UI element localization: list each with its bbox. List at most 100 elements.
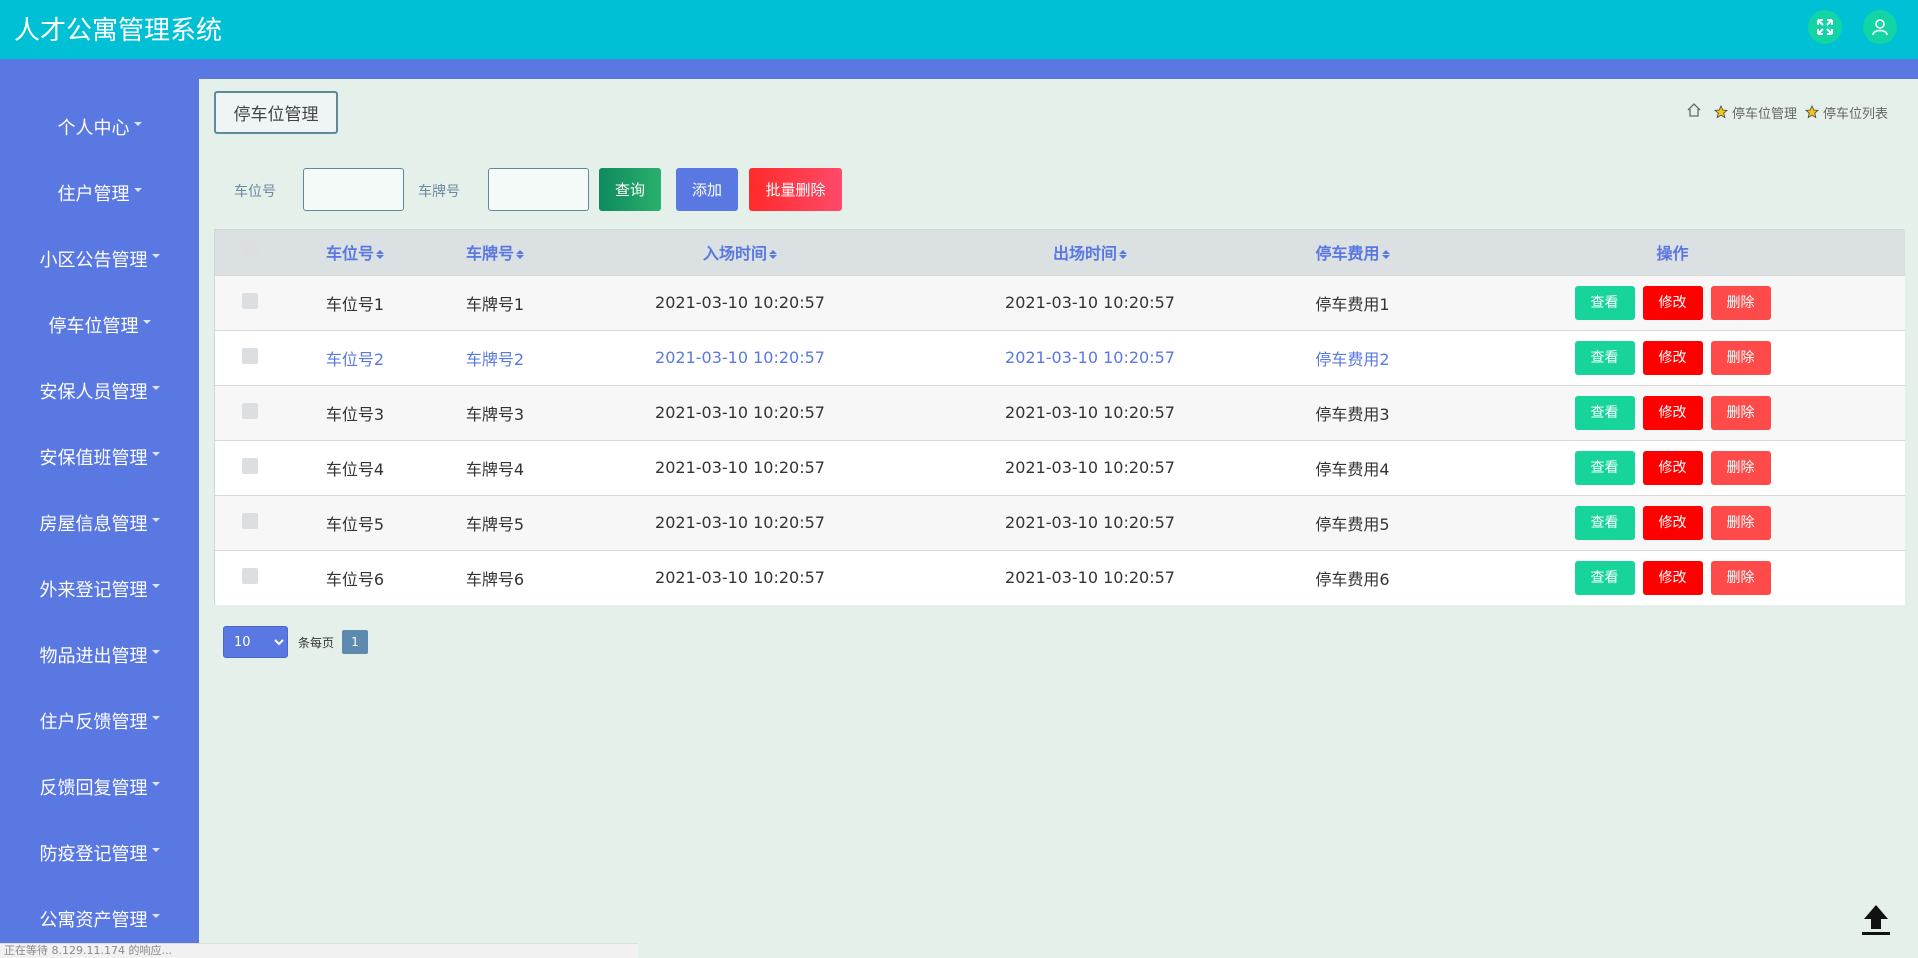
delete-button[interactable]: 删除 — [1711, 561, 1771, 595]
row-checkbox[interactable] — [242, 403, 258, 419]
sort-icon[interactable] — [1119, 250, 1127, 259]
sidebar-item-personal-center[interactable]: 个人中心 — [0, 107, 199, 147]
edit-button[interactable]: 修改 — [1643, 286, 1703, 320]
view-button[interactable]: 查看 — [1575, 286, 1635, 320]
delete-button[interactable]: 删除 — [1711, 506, 1771, 540]
edit-button[interactable]: 修改 — [1643, 396, 1703, 430]
edit-button[interactable]: 修改 — [1643, 506, 1703, 540]
cell-fee: 停车费用3 — [1265, 385, 1440, 440]
delete-button[interactable]: 删除 — [1711, 451, 1771, 485]
sidebar-item-security-staff[interactable]: 安保人员管理 — [0, 371, 199, 411]
breadcrumb: 停车位管理 停车位列表 — [1686, 102, 1888, 122]
sidebar-item-residents[interactable]: 住户管理 — [0, 173, 199, 213]
breadcrumb-item-parking[interactable]: 停车位管理 — [1714, 103, 1797, 122]
back-to-top-icon[interactable] — [1858, 901, 1894, 937]
cell-in-time: 2021-03-10 10:20:57 — [565, 385, 915, 440]
expand-icon[interactable] — [1808, 10, 1842, 44]
cell-actions: 查看修改删除 — [1440, 495, 1905, 550]
cell-actions: 查看修改删除 — [1440, 330, 1905, 385]
sidebar-item-feedback-reply[interactable]: 反馈回复管理 — [0, 767, 199, 807]
parking-number-label: 车位号 — [234, 181, 276, 201]
row-checkbox[interactable] — [242, 458, 258, 474]
breadcrumb-item-parking-list[interactable]: 停车位列表 — [1805, 103, 1888, 122]
cell-out-time: 2021-03-10 10:20:57 — [915, 330, 1265, 385]
column-header-in-time[interactable]: 入场时间 — [565, 230, 915, 275]
query-button[interactable]: 查询 — [599, 168, 661, 211]
app-title: 人才公寓管理系统 — [14, 10, 222, 47]
add-button[interactable]: 添加 — [676, 168, 738, 211]
chevron-down-icon — [152, 848, 160, 852]
sort-icon[interactable] — [376, 250, 384, 259]
cell-fee: 停车费用6 — [1265, 550, 1440, 605]
view-button[interactable]: 查看 — [1575, 341, 1635, 375]
cell-actions: 查看修改删除 — [1440, 440, 1905, 495]
page-size-select[interactable]: 10 — [223, 626, 288, 658]
sidebar-item-announcements[interactable]: 小区公告管理 — [0, 239, 199, 279]
sidebar-item-epidemic-registration[interactable]: 防疫登记管理 — [0, 833, 199, 873]
column-header-actions: 操作 — [1440, 230, 1905, 275]
select-all-cell[interactable] — [215, 230, 285, 275]
cell-in-time: 2021-03-10 10:20:57 — [565, 330, 915, 385]
column-header-out-time[interactable]: 出场时间 — [915, 230, 1265, 275]
table-row: 车位号2 车牌号2 2021-03-10 10:20:57 2021-03-10… — [215, 330, 1905, 385]
page-title: 停车位管理 — [214, 91, 338, 134]
batch-delete-button[interactable]: 批量删除 — [749, 168, 842, 211]
chevron-down-icon — [152, 782, 160, 786]
sidebar-item-resident-feedback[interactable]: 住户反馈管理 — [0, 701, 199, 741]
sidebar-item-housing[interactable]: 房屋信息管理 — [0, 503, 199, 543]
star-icon — [1714, 105, 1728, 119]
edit-button[interactable]: 修改 — [1643, 341, 1703, 375]
edit-button[interactable]: 修改 — [1643, 451, 1703, 485]
cell-plate: 车牌号5 — [425, 495, 565, 550]
cell-plate: 车牌号4 — [425, 440, 565, 495]
cell-plate: 车牌号3 — [425, 385, 565, 440]
cell-fee: 停车费用1 — [1265, 275, 1440, 330]
view-button[interactable]: 查看 — [1575, 451, 1635, 485]
page-number-button[interactable]: 1 — [342, 630, 368, 654]
table-header: 车位号 车牌号 入场时间 出场时间 停车费用 操作 — [215, 230, 1905, 275]
cell-out-time: 2021-03-10 10:20:57 — [915, 550, 1265, 605]
delete-button[interactable]: 删除 — [1711, 341, 1771, 375]
sidebar-item-apartment-assets[interactable]: 公寓资产管理 — [0, 899, 199, 939]
cell-plate: 车牌号6 — [425, 550, 565, 605]
parking-table: 车位号 车牌号 入场时间 出场时间 停车费用 操作 车位号1 车牌号1 2021… — [214, 229, 1904, 605]
column-header-parking[interactable]: 车位号 — [285, 230, 425, 275]
plate-number-input[interactable] — [488, 168, 589, 211]
cell-parking: 车位号1 — [285, 275, 425, 330]
cell-parking: 车位号4 — [285, 440, 425, 495]
cell-parking: 车位号6 — [285, 550, 425, 605]
table-row: 车位号6 车牌号6 2021-03-10 10:20:57 2021-03-10… — [215, 550, 1905, 605]
column-header-fee[interactable]: 停车费用 — [1265, 230, 1440, 275]
cell-parking: 车位号2 — [285, 330, 425, 385]
sort-icon[interactable] — [516, 250, 524, 259]
chevron-down-icon — [152, 716, 160, 720]
plate-number-label: 车牌号 — [418, 181, 460, 201]
home-icon[interactable] — [1686, 102, 1706, 122]
chevron-down-icon — [152, 518, 160, 522]
delete-button[interactable]: 删除 — [1711, 396, 1771, 430]
sidebar-item-goods-in-out[interactable]: 物品进出管理 — [0, 635, 199, 675]
sort-icon[interactable] — [769, 250, 777, 259]
cell-in-time: 2021-03-10 10:20:57 — [565, 550, 915, 605]
star-icon — [1805, 105, 1819, 119]
delete-button[interactable]: 删除 — [1711, 286, 1771, 320]
sort-icon[interactable] — [1382, 250, 1390, 259]
view-button[interactable]: 查看 — [1575, 561, 1635, 595]
user-icon[interactable] — [1863, 10, 1897, 44]
row-checkbox[interactable] — [242, 293, 258, 309]
cell-parking: 车位号3 — [285, 385, 425, 440]
table-row: 车位号3 车牌号3 2021-03-10 10:20:57 2021-03-10… — [215, 385, 1905, 440]
sidebar-item-security-duty[interactable]: 安保值班管理 — [0, 437, 199, 477]
cell-actions: 查看修改删除 — [1440, 550, 1905, 605]
row-checkbox[interactable] — [242, 568, 258, 584]
parking-number-input[interactable] — [303, 168, 404, 211]
sidebar-item-parking[interactable]: 停车位管理 — [0, 305, 199, 345]
view-button[interactable]: 查看 — [1575, 506, 1635, 540]
edit-button[interactable]: 修改 — [1643, 561, 1703, 595]
row-checkbox[interactable] — [242, 348, 258, 364]
column-header-plate[interactable]: 车牌号 — [425, 230, 565, 275]
sidebar-item-visitor-registration[interactable]: 外来登记管理 — [0, 569, 199, 609]
view-button[interactable]: 查看 — [1575, 396, 1635, 430]
select-all-checkbox[interactable] — [242, 242, 258, 258]
row-checkbox[interactable] — [242, 513, 258, 529]
